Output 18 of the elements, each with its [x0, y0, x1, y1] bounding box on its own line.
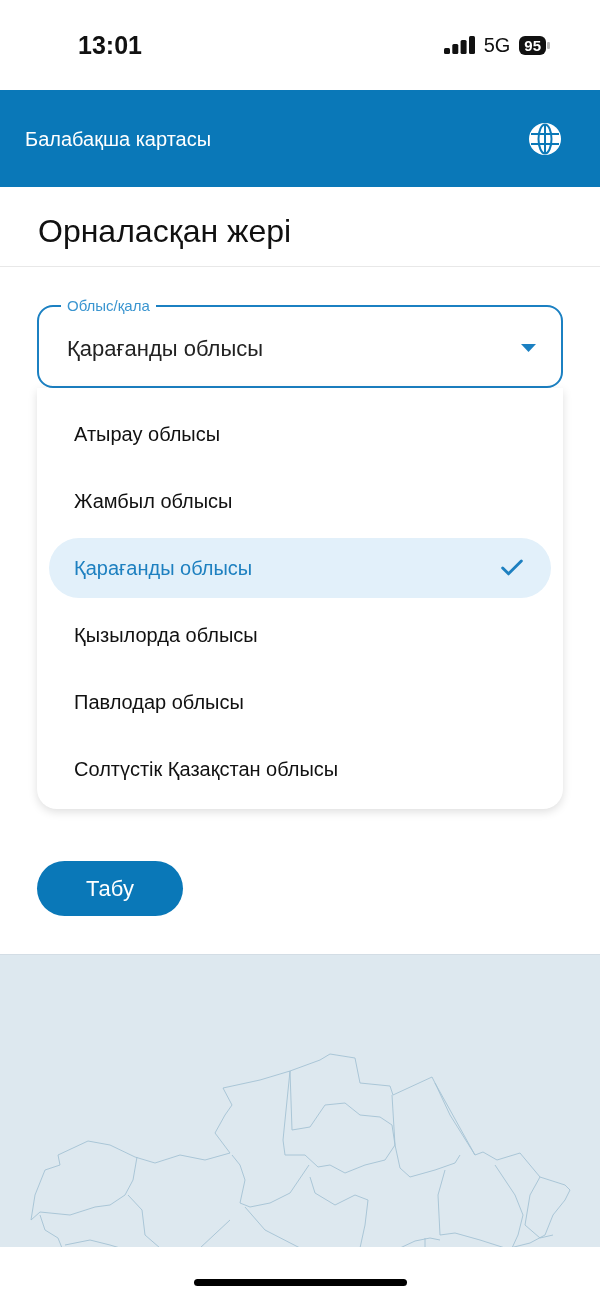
dropdown-option[interactable]: Жамбыл облысы: [49, 470, 551, 531]
signal-bars-icon: [443, 36, 475, 54]
app-title: Балабақша картасы: [25, 126, 212, 152]
status-time: 13:01: [78, 32, 142, 58]
network-type: 5G: [483, 35, 511, 55]
dropdown-option[interactable]: Солтүстік Қазақстан облысы: [49, 738, 551, 799]
search-button[interactable]: Табу: [37, 861, 183, 916]
region-select-value: Қарағанды облысы: [67, 334, 263, 363]
battery-level: 95: [519, 35, 546, 55]
caret-icon: [521, 344, 536, 352]
dropdown-option[interactable]: Қызылорда облысы: [49, 604, 551, 665]
battery-cap-icon: [547, 41, 550, 49]
dropdown-option[interactable]: Қарағанды облысы: [49, 537, 551, 598]
page-title: Орналасқан жері: [38, 211, 292, 251]
dropdown-option[interactable]: Атырау облысы: [49, 403, 551, 464]
globe-icon[interactable]: [529, 122, 561, 155]
dropdown-option[interactable]: Павлодар облысы: [49, 671, 551, 732]
region-select-label: Облыс/қала: [66, 297, 151, 315]
